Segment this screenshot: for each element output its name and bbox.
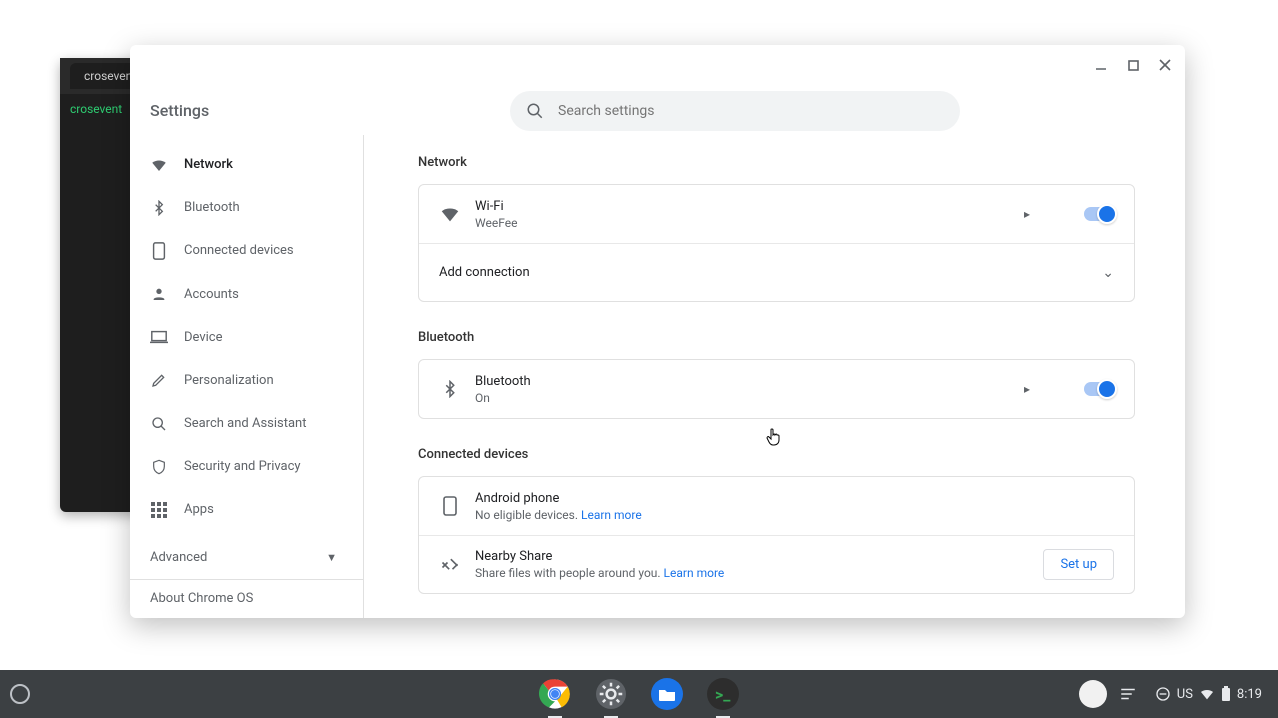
shelf-status-area[interactable]: US 8:19: [1079, 680, 1268, 708]
phone-icon: [439, 495, 461, 517]
bluetooth-row[interactable]: Bluetooth On ▸: [419, 360, 1134, 418]
user-avatar[interactable]: [1079, 680, 1107, 708]
sidebar-item-apps[interactable]: Apps: [130, 488, 363, 531]
terminal-app-icon[interactable]: >_: [703, 674, 743, 714]
minimize-button[interactable]: [1087, 51, 1115, 79]
chrome-app-icon[interactable]: [535, 674, 575, 714]
terminal-prompt: crosevent: [70, 102, 122, 116]
shield-icon: [150, 458, 168, 476]
sidebar-item-label: Network: [184, 157, 233, 172]
nearby-share-subtext: Share files with people around you. Lear…: [475, 566, 1029, 580]
bluetooth-label: Bluetooth: [475, 374, 1010, 389]
laptop-icon: [150, 328, 168, 346]
nearby-share-icon: [439, 554, 461, 576]
android-phone-label: Android phone: [475, 491, 1114, 506]
sidebar-item-label: Search and Assistant: [184, 416, 307, 431]
sidebar-item-device[interactable]: Device: [130, 316, 363, 359]
search-icon: [150, 415, 168, 433]
search-input[interactable]: [558, 103, 944, 119]
close-button[interactable]: [1151, 51, 1179, 79]
advanced-label: Advanced: [150, 550, 207, 565]
sidebar-item-label: Apps: [184, 502, 214, 517]
window-controls: [1087, 51, 1179, 79]
settings-app-icon[interactable]: [591, 674, 631, 714]
bluetooth-icon: [439, 378, 461, 400]
search-icon: [526, 102, 544, 120]
section-title-connected: Connected devices: [418, 447, 1135, 462]
sidebar-item-label: Personalization: [184, 373, 274, 388]
sidebar-item-accounts[interactable]: Accounts: [130, 273, 363, 316]
android-phone-row[interactable]: Android phone No eligible devices. Learn…: [419, 477, 1134, 535]
add-connection-label: Add connection: [439, 265, 1088, 280]
search-bar[interactable]: [510, 91, 960, 131]
connected-devices-card: Android phone No eligible devices. Learn…: [418, 476, 1135, 594]
nearby-share-subtext-plain: Share files with people around you.: [475, 566, 664, 580]
bluetooth-status: On: [475, 391, 1010, 405]
section-title-bluetooth: Bluetooth: [418, 330, 1135, 345]
sidebar-advanced[interactable]: Advanced ▼: [130, 536, 363, 579]
android-phone-subtext-plain: No eligible devices.: [475, 508, 581, 522]
sidebar-item-label: Accounts: [184, 287, 239, 302]
maximize-button[interactable]: [1119, 51, 1147, 79]
sidebar-item-personalization[interactable]: Personalization: [130, 359, 363, 402]
nearby-share-label: Nearby Share: [475, 549, 1029, 564]
stylus-tools-icon[interactable]: [1119, 685, 1137, 703]
clock: 8:19: [1237, 687, 1262, 702]
files-app-icon[interactable]: [647, 674, 687, 714]
sidebar-item-search-assistant[interactable]: Search and Assistant: [130, 402, 363, 445]
sidebar-about[interactable]: About Chrome OS: [130, 579, 363, 618]
shelf: >_ US 8:19: [0, 670, 1278, 718]
about-label: About Chrome OS: [150, 591, 253, 606]
wifi-status-icon: [1199, 686, 1215, 702]
sidebar-item-label: Connected devices: [184, 243, 294, 258]
nearby-share-row[interactable]: Nearby Share Share files with people aro…: [419, 535, 1134, 593]
notification-icon: [1155, 686, 1171, 702]
section-title-network: Network: [418, 155, 1135, 170]
ime-indicator: US: [1177, 687, 1193, 702]
android-learn-more-link[interactable]: Learn more: [581, 508, 642, 522]
sidebar: Network Bluetooth Connected devices Acco…: [130, 135, 364, 618]
person-icon: [150, 285, 168, 303]
android-phone-subtext: No eligible devices. Learn more: [475, 508, 1114, 522]
setup-button[interactable]: Set up: [1043, 549, 1114, 580]
phone-icon: [150, 242, 168, 260]
sidebar-item-network[interactable]: Network: [130, 143, 363, 186]
sidebar-item-security-privacy[interactable]: Security and Privacy: [130, 445, 363, 488]
shelf-pinned-apps: >_: [535, 674, 743, 714]
battery-status-icon: [1221, 686, 1231, 702]
chevron-down-icon: ⌄: [1102, 265, 1114, 281]
status-tray[interactable]: US 8:19: [1149, 682, 1268, 706]
nearby-learn-more-link[interactable]: Learn more: [664, 566, 725, 580]
sidebar-item-label: Security and Privacy: [184, 459, 301, 474]
brush-icon: [150, 371, 168, 389]
wifi-icon: [150, 156, 168, 174]
grid-icon: [150, 501, 168, 519]
settings-window: Settings Network Bluetooth Connected dev…: [130, 45, 1185, 618]
bluetooth-icon: [150, 199, 168, 217]
chevron-down-icon: ▼: [326, 551, 337, 564]
sidebar-item-label: Bluetooth: [184, 200, 240, 215]
wifi-network-name: WeeFee: [475, 216, 1010, 230]
network-card: Wi-Fi WeeFee ▸ Add connection ⌄: [418, 184, 1135, 302]
sidebar-item-label: Device: [184, 330, 223, 345]
wifi-icon: [439, 203, 461, 225]
wifi-label: Wi-Fi: [475, 199, 1010, 214]
settings-content: Network Wi-Fi WeeFee ▸ Add connection ⌄: [364, 135, 1185, 618]
launcher-button[interactable]: [10, 684, 30, 704]
sidebar-item-connected-devices[interactable]: Connected devices: [130, 229, 363, 272]
chevron-right-icon: ▸: [1024, 382, 1030, 396]
bluetooth-card: Bluetooth On ▸: [418, 359, 1135, 419]
settings-header: Settings: [130, 45, 1185, 135]
bluetooth-toggle[interactable]: [1084, 382, 1114, 396]
svg-text:>_: >_: [715, 685, 731, 704]
wifi-row[interactable]: Wi-Fi WeeFee ▸: [419, 185, 1134, 243]
chevron-right-icon: ▸: [1024, 207, 1030, 221]
wifi-toggle[interactable]: [1084, 207, 1114, 221]
add-connection-row[interactable]: Add connection ⌄: [419, 243, 1134, 301]
sidebar-item-bluetooth[interactable]: Bluetooth: [130, 186, 363, 229]
settings-title: Settings: [150, 101, 209, 120]
